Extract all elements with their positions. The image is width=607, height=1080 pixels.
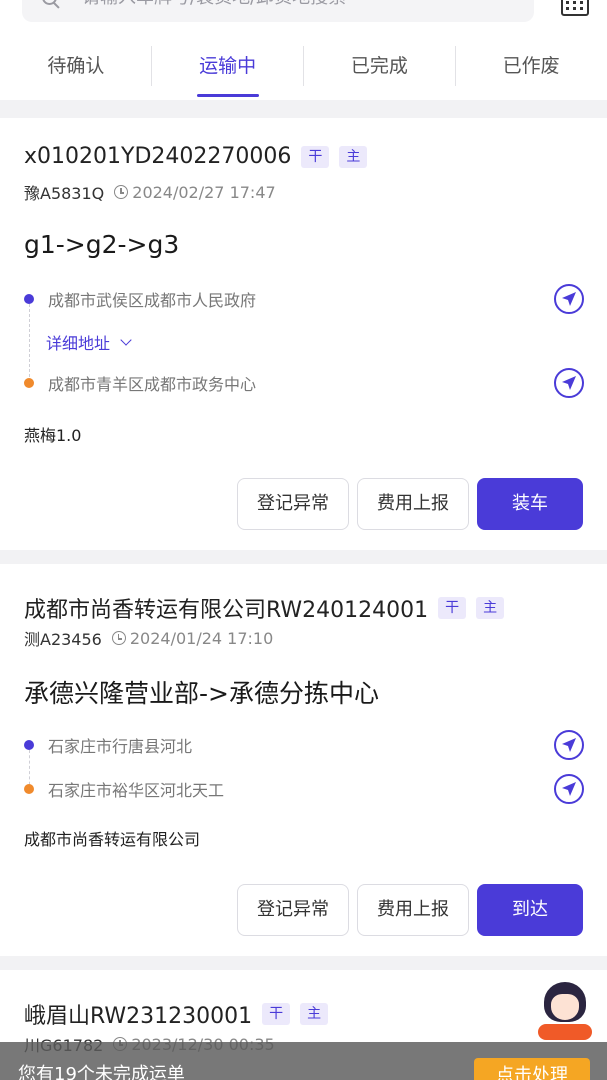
assistant-avatar[interactable] (536, 980, 594, 1044)
order-number: 峨眉山RW231230001 (24, 1004, 253, 1029)
detail-address-toggle[interactable]: 详细地址 (46, 330, 132, 354)
order-title-row: 峨眉山RW231230001 干 主 (24, 998, 329, 1030)
handle-button[interactable]: 点击处理 (474, 1058, 590, 1080)
order-time: 2024/02/27 17:47 (132, 182, 276, 202)
destination-dot (24, 784, 34, 794)
pending-orders-message: 您有19个未完成运单 (18, 1064, 185, 1080)
route-title: 承德兴隆营业部->承德分拣中心 (24, 679, 379, 708)
tag-main: 主 (476, 597, 505, 619)
order-meta: 豫A5831Q 2024/02/27 17:47 (24, 180, 276, 204)
destination-dot (24, 378, 34, 388)
origin-stop: 成都市武侯区成都市人民政府 (24, 284, 584, 314)
search-icon (42, 0, 60, 8)
destination-address: 成都市青羊区成都市政务中心 (48, 375, 257, 394)
order-meta: 测A23456 2024/01/24 17:10 (24, 626, 273, 650)
order-title-row: 成都市尚香转运有限公司RW240124001 干 主 (24, 592, 505, 624)
carrier-name: 燕梅1.0 (24, 426, 82, 445)
clock-icon (114, 185, 129, 199)
search-input[interactable] (82, 0, 502, 8)
app-page: 待确认 运输中 已完成 已作废 x010201YD2402270006 干 主 … (0, 0, 607, 1080)
tab-in-transit[interactable]: 运输中 (152, 44, 304, 100)
tag-trunk: 干 (301, 145, 330, 168)
destination-stop: 成都市青羊区成都市政务中心 (24, 368, 584, 398)
avatar-badge (538, 1024, 592, 1040)
carrier-name: 成都市尚香转运有限公司 (24, 830, 201, 849)
avatar-face (551, 994, 579, 1020)
order-card[interactable]: x010201YD2402270006 干 主 豫A5831Q 2024/02/… (0, 118, 607, 550)
origin-dot (24, 294, 34, 304)
report-fees-button[interactable]: 费用上报 (357, 884, 469, 936)
origin-address: 石家庄市行唐县河北 (48, 737, 193, 756)
tab-divider (303, 46, 304, 86)
order-title-row: x010201YD2402270006 干 主 (24, 144, 368, 169)
order-number: x010201YD2402270006 (24, 144, 292, 169)
search-bar[interactable] (22, 0, 534, 22)
tab-voided[interactable]: 已作废 (455, 44, 607, 100)
clock-icon (111, 631, 126, 645)
chevron-down-icon (120, 334, 132, 346)
navigate-icon[interactable] (554, 774, 584, 804)
origin-dot (24, 740, 34, 750)
pending-orders-bar: 您有19个未完成运单 点击处理 (0, 1042, 607, 1080)
route-title: g1->g2->g3 (24, 230, 180, 259)
plate-number: 豫A5831Q (24, 184, 105, 203)
plate-number: 测A23456 (24, 630, 102, 649)
destination-stop: 石家庄市裕华区河北天工 (24, 774, 584, 804)
header: 待确认 运输中 已完成 已作废 (0, 0, 607, 100)
tag-trunk: 干 (438, 597, 467, 619)
tag-main: 主 (339, 145, 368, 168)
tag-trunk: 干 (262, 1003, 291, 1025)
tab-divider (151, 46, 152, 86)
load-button[interactable]: 装车 (477, 478, 583, 530)
report-fees-button[interactable]: 费用上报 (357, 478, 469, 530)
origin-address: 成都市武侯区成都市人民政府 (48, 291, 257, 310)
tag-main: 主 (300, 1003, 329, 1025)
report-exception-button[interactable]: 登记异常 (237, 884, 349, 936)
detail-address-label: 详细地址 (46, 334, 111, 353)
navigate-icon[interactable] (554, 368, 584, 398)
status-tabs: 待确认 运输中 已完成 已作废 (0, 44, 607, 100)
navigate-icon[interactable] (554, 284, 584, 314)
report-exception-button[interactable]: 登记异常 (237, 478, 349, 530)
order-time: 2024/01/24 17:10 (129, 628, 274, 648)
order-number: 成都市尚香转运有限公司RW240124001 (24, 598, 429, 623)
tab-divider (455, 46, 456, 86)
destination-address: 石家庄市裕华区河北天工 (48, 781, 225, 800)
order-card[interactable]: 成都市尚香转运有限公司RW240124001 干 主 测A23456 2024/… (0, 564, 607, 956)
calendar-icon[interactable] (561, 0, 589, 16)
arrive-button[interactable]: 到达 (477, 884, 583, 936)
tab-pending[interactable]: 待确认 (0, 44, 152, 100)
origin-stop: 石家庄市行唐县河北 (24, 730, 584, 760)
tab-completed[interactable]: 已完成 (304, 44, 456, 100)
navigate-icon[interactable] (554, 730, 584, 760)
